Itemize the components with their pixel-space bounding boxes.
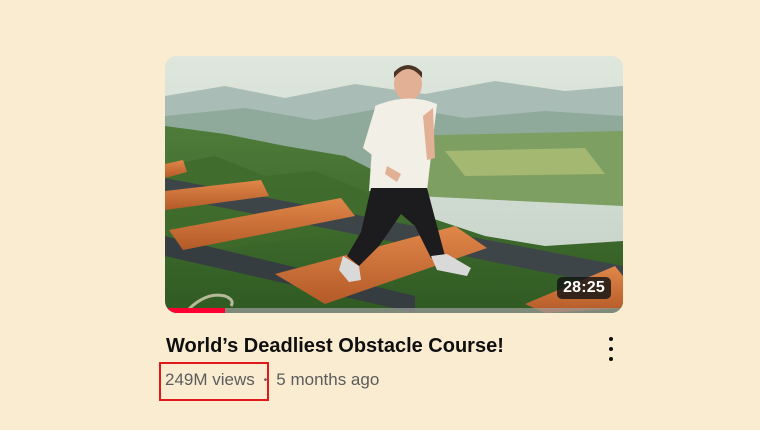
video-thumbnail[interactable]: 28:25 [165,56,623,313]
watch-progress-bar [165,308,623,313]
duration-badge: 28:25 [557,277,611,299]
thumbnail-image [165,56,623,313]
video-stats: 249M views • 5 months ago [165,370,379,390]
kebab-dot [609,357,613,361]
kebab-dot [609,337,613,341]
video-title[interactable]: World’s Deadliest Obstacle Course! [166,335,586,358]
view-count: 249M views [165,370,255,389]
video-card[interactable]: 28:25 World’s Deadliest Obstacle Course!… [165,56,623,405]
meta-separator: • [263,374,268,386]
upload-age: 5 months ago [276,370,380,389]
kebab-dot [609,347,613,351]
video-meta: World’s Deadliest Obstacle Course! 249M … [165,335,623,405]
more-vert-icon[interactable] [601,335,621,363]
watch-progress-fill [165,308,225,313]
